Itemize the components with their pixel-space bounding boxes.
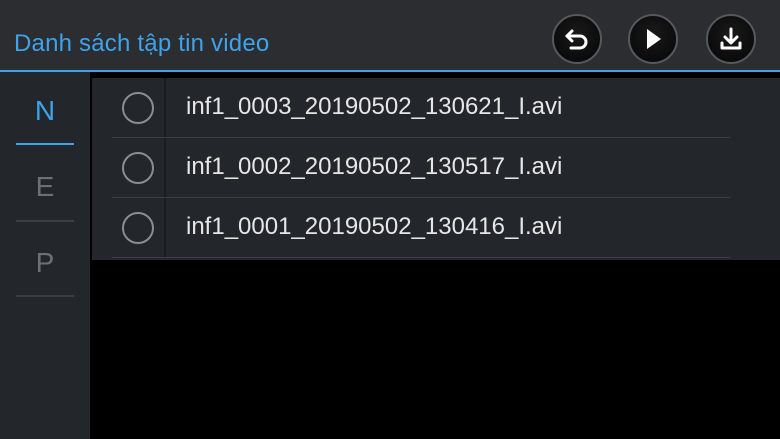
tab-divider [16,220,74,222]
file-list: inf1_0003_20190502_130621_I.avi inf1_000… [92,78,780,260]
tab-normal[interactable]: N [16,74,74,148]
file-name: inf1_0002_20190502_130517_I.avi [186,153,563,180]
header-bar: Danh sách tập tin video [0,0,780,72]
download-icon [718,26,744,52]
list-item[interactable]: inf1_0002_20190502_130517_I.avi [112,138,730,198]
list-item[interactable]: inf1_0003_20190502_130621_I.avi [112,78,730,138]
undo-arrow-icon [563,27,591,51]
row-divider [112,257,730,258]
column-divider [164,78,166,138]
radio-button[interactable] [122,212,154,244]
column-divider [164,138,166,198]
radio-button[interactable] [122,92,154,124]
page-title: Danh sách tập tin video [14,30,270,57]
tab-parking[interactable]: P [16,226,74,300]
back-button[interactable] [552,14,602,64]
tab-divider [16,295,74,297]
download-button[interactable] [706,14,756,64]
category-sidebar: N E P [0,72,90,439]
play-icon [642,27,664,51]
play-button[interactable] [628,14,678,64]
radio-button[interactable] [122,152,154,184]
list-item[interactable]: inf1_0001_20190502_130416_I.avi [112,198,730,258]
column-divider [164,198,166,258]
file-name: inf1_0001_20190502_130416_I.avi [186,213,563,240]
file-name: inf1_0003_20190502_130621_I.avi [186,93,563,120]
tab-divider [16,143,74,145]
tab-event[interactable]: E [16,150,74,224]
